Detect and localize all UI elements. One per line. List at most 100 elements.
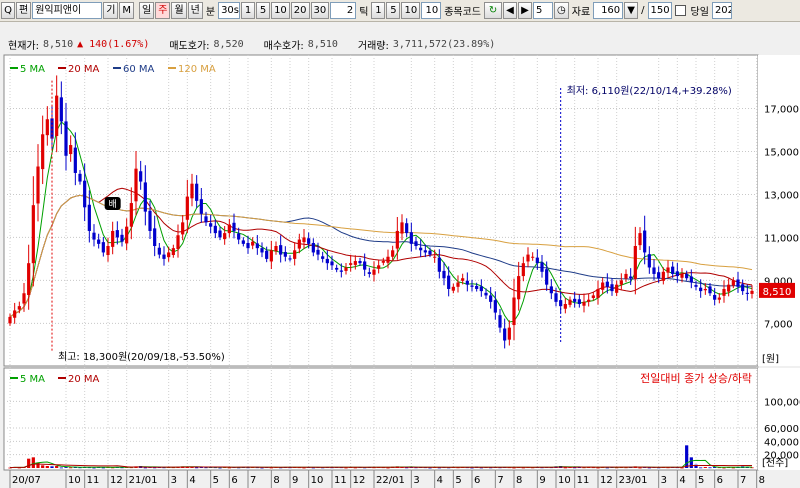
time-tick-label: 5 [213,475,219,486]
volume-bar [409,467,413,468]
tick-10-input[interactable]: 10 [421,2,442,19]
stock-name-input[interactable]: 원익피앤이 [32,2,103,19]
today-checkbox[interactable] [674,5,686,16]
volume-bar [507,467,511,469]
candle-body [195,183,199,201]
refresh-icon[interactable]: ↻ [484,2,503,19]
slash-label: / [641,5,645,16]
edit-mode-button[interactable]: 편 [16,2,32,19]
candle-body [512,297,516,326]
candle-body [153,228,157,246]
tick-10-button[interactable]: 10 [401,2,421,19]
toolbar: Q 편 원익피앤이 기 M 일 주 월 년 분 30s 1 5 10 20 30… [0,0,800,22]
candle-body [283,252,287,257]
candle-body [493,300,497,313]
period-month-button[interactable]: 월 [171,2,187,19]
volume-bar [321,467,325,469]
chevron-down-icon[interactable]: ▼ [624,2,639,19]
volume-bar [465,467,469,469]
volume-bar [395,466,399,468]
candle-body [45,119,49,136]
candle-body [661,271,665,281]
candle-body [260,248,264,253]
volume-bar [255,467,259,469]
step-input[interactable]: 5 [533,2,554,19]
next-arrow-icon[interactable]: ▶ [518,2,533,19]
candle-body [633,246,637,280]
candle-body [13,310,17,318]
period-week-button[interactable]: 주 [155,2,171,19]
volume-bar [423,467,427,469]
m-button[interactable]: M [119,2,135,19]
minute-input[interactable]: 30s [218,2,241,19]
current-price-axis-label: 8,510 [763,287,792,298]
clock-icon[interactable]: ◷ [554,2,569,19]
price-tick-label: 9,000 [764,276,793,287]
time-tick-label: 11 [334,475,347,486]
volume-bar [232,467,236,468]
time-tick-label: 11 [87,475,100,486]
candle-body [209,223,213,227]
interval-5-button[interactable]: 5 [256,2,271,19]
gi-button[interactable]: 기 [103,2,119,19]
candle-body [619,280,623,285]
volume-unit-label: [천주] [762,457,788,469]
volume-bar [367,467,371,468]
volume-bar [643,467,647,468]
current-price-value: 8,510 [42,38,74,50]
interval-1-button[interactable]: 1 [241,2,256,19]
candle-body [330,261,334,266]
tick-1-button[interactable]: 1 [371,2,386,19]
count-select[interactable]: 160 [593,2,624,19]
volume-tick-label: 60,000 [764,424,799,435]
time-tick-label: 10 [311,475,324,486]
candle-body [251,241,255,246]
interval-20-button[interactable]: 20 [290,2,310,19]
volume-bar [563,467,567,469]
volume-bar [722,467,726,469]
time-tick-label: 21/01 [129,475,158,486]
interval-10-button[interactable]: 10 [271,2,290,19]
price-change-value: ▲ 140(1.67%) [77,38,150,50]
candle-body [55,95,59,137]
candle-body [111,230,115,247]
prev-arrow-icon[interactable]: ◀ [503,2,518,19]
candle-body [391,250,395,257]
candle-body [694,285,698,287]
candle-body [498,315,502,328]
volume-bar [591,467,595,469]
candle-body [358,261,362,264]
volume-bar [680,467,684,469]
volume-bar [727,467,731,468]
interval-30-button[interactable]: 30 [310,2,330,19]
candle-body [157,247,161,255]
period-year-button[interactable]: 년 [187,2,203,19]
price-info-bar: 현재가: 8,510 ▲ 140(1.67%) 매도호가: 8,520 매수호가… [0,35,800,53]
ma5-line [9,120,753,323]
search-icon[interactable]: Q [1,2,15,19]
candle-body [69,145,73,155]
time-tick-label: 7 [497,475,503,486]
candle-body [447,275,451,289]
date-input[interactable]: 202 [711,2,732,19]
candle-body [605,281,609,287]
volume-bar [162,467,166,469]
price-axis-panel [758,55,800,366]
candle-body [610,284,614,292]
tick-input[interactable]: 2 [330,2,357,19]
candle-body [689,276,693,283]
volume-bar [638,467,642,469]
volume-bar [22,467,26,468]
candle-body [325,258,329,264]
total-input[interactable]: 150 [647,2,672,19]
tick-5-button[interactable]: 5 [386,2,401,19]
period-day-button[interactable]: 일 [139,2,155,19]
candle-body [507,327,511,340]
volume-bar [596,467,600,469]
volume-bar [330,467,334,469]
volume-bar [153,467,157,469]
volume-bar [73,467,77,468]
candle-body [255,243,259,249]
candle-body [433,256,437,258]
ask-price-label: 매도호가: [169,40,210,52]
